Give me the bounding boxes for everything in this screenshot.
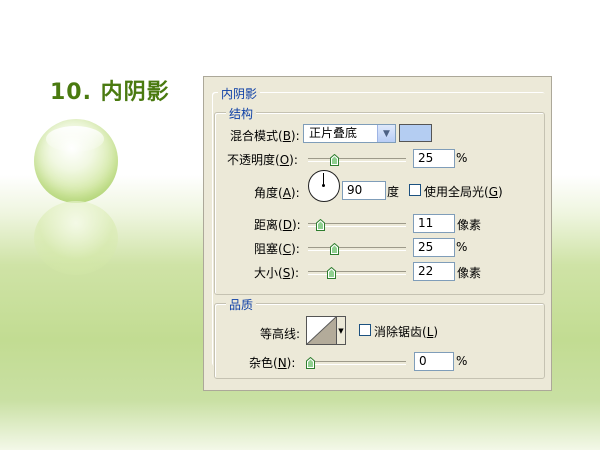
angle-dial[interactable] (308, 170, 340, 202)
size-slider-track[interactable] (308, 271, 406, 275)
choke-slider-track[interactable] (308, 247, 406, 251)
distance-slider-thumb[interactable] (316, 219, 326, 231)
opacity-label: 不透明度(O): (227, 153, 298, 167)
noise-input[interactable]: 0 (414, 352, 454, 371)
choke-unit: % (456, 240, 468, 254)
contour-curve-icon (307, 317, 336, 344)
noise-unit: % (456, 354, 468, 368)
contour-preview[interactable] (306, 316, 337, 345)
noise-slider-thumb[interactable] (305, 357, 315, 369)
opacity-input[interactable]: 25 (413, 149, 455, 168)
quality-group-title: 品质 (226, 296, 257, 313)
angle-dial-center (322, 184, 325, 187)
structure-group-title: 结构 (226, 105, 257, 122)
blend-mode-label: 混合模式(B): (230, 129, 300, 143)
decorative-orb-shine (46, 126, 104, 152)
inner-shadow-group-title: 内阴影 (218, 85, 261, 102)
angle-label: 角度(A): (254, 186, 300, 200)
global-light-label: 使用全局光(G) (424, 185, 503, 199)
slide-title: 10. 内阴影 (50, 80, 170, 105)
opacity-slider-track[interactable] (308, 158, 406, 162)
inner-shadow-dialog: 内阴影 结构 混合模式(B): 正片叠底 ▼ 不透明度(O): 25 % 角度(… (203, 76, 552, 391)
angle-unit: 度 (387, 185, 400, 199)
distance-unit: 像素 (457, 218, 482, 232)
size-slider-thumb[interactable] (327, 267, 337, 279)
shadow-color-swatch[interactable] (399, 124, 432, 142)
distance-label: 距离(D): (254, 218, 301, 232)
choke-input[interactable]: 25 (413, 238, 455, 257)
size-label: 大小(S): (254, 266, 300, 280)
size-input[interactable]: 22 (413, 262, 455, 281)
angle-input[interactable]: 90 (342, 181, 386, 200)
blend-mode-value: 正片叠底 (309, 126, 358, 140)
opacity-slider-thumb[interactable] (330, 154, 339, 166)
size-unit: 像素 (457, 266, 482, 280)
choke-label: 阻塞(C): (254, 242, 300, 256)
opacity-unit: % (456, 151, 468, 165)
chevron-down-icon[interactable]: ▼ (377, 125, 395, 142)
global-light-checkbox[interactable] (409, 184, 421, 196)
distance-input[interactable]: 11 (413, 214, 455, 233)
noise-label: 杂色(N): (249, 356, 296, 370)
antialias-label: 消除锯齿(L) (374, 325, 439, 339)
contour-label: 等高线: (260, 327, 301, 341)
decorative-orb-reflection (34, 201, 118, 275)
blend-mode-select[interactable]: 正片叠底 ▼ (303, 124, 396, 143)
noise-slider-track[interactable] (308, 361, 406, 365)
choke-slider-thumb[interactable] (330, 243, 339, 255)
contour-dropdown-button[interactable]: ▼ (336, 316, 346, 345)
antialias-checkbox[interactable] (359, 324, 371, 336)
